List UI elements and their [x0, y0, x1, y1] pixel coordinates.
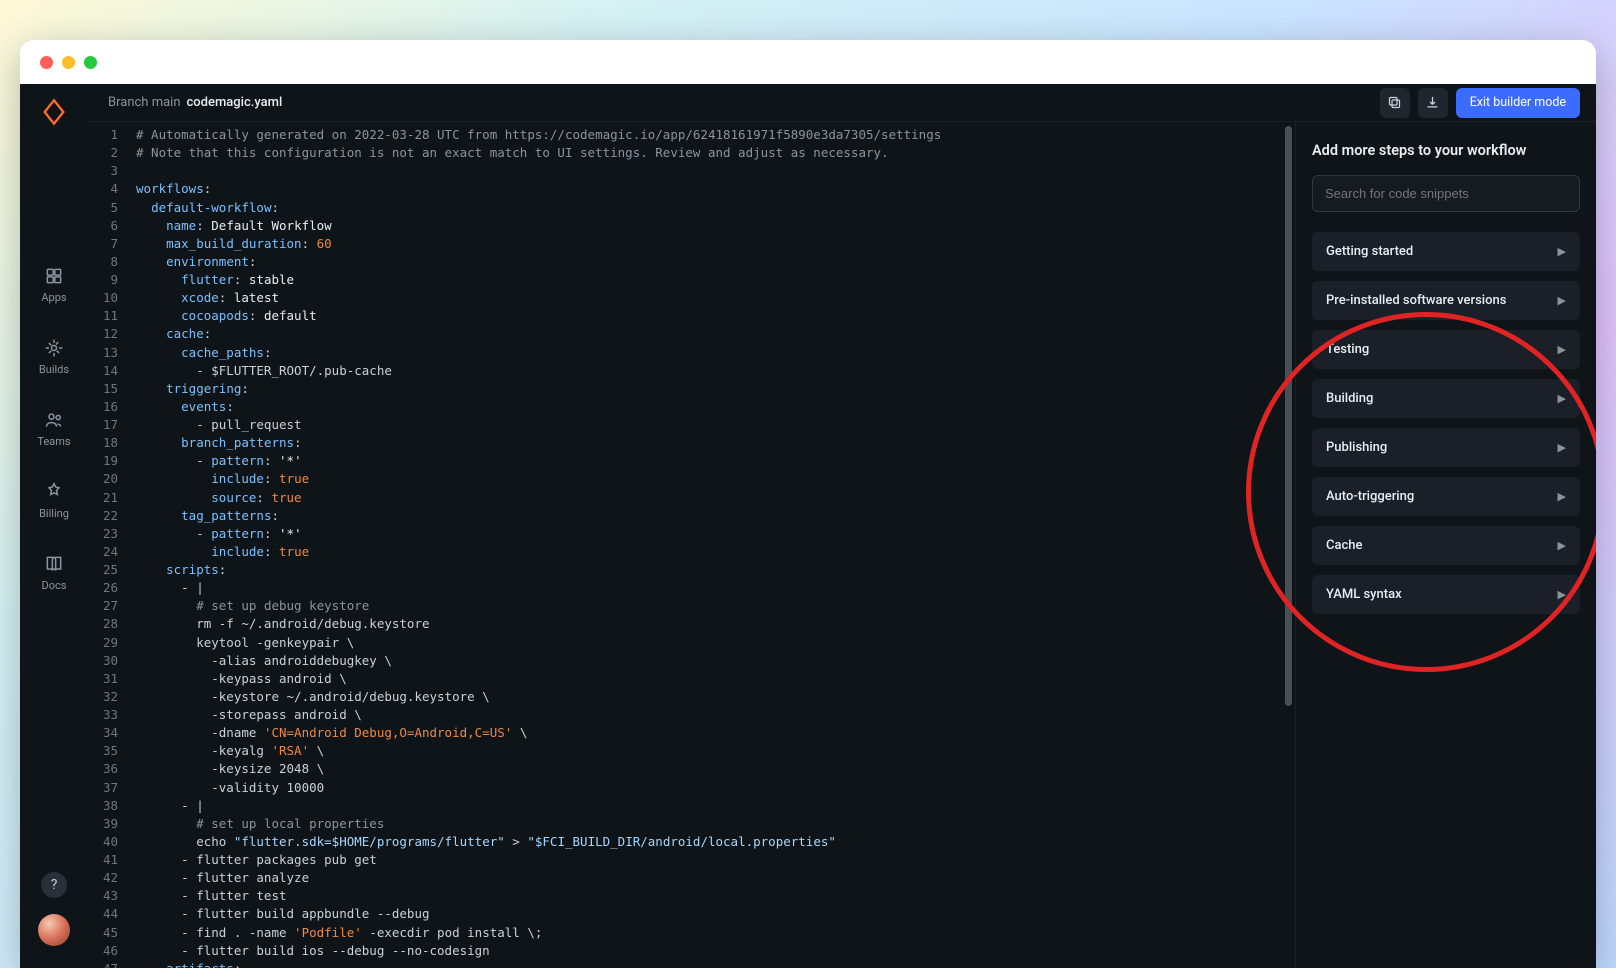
filename: codemagic.yaml: [187, 95, 283, 110]
snippet-category[interactable]: Cache ▶: [1312, 526, 1580, 565]
apps-icon: [44, 266, 64, 286]
snippet-category[interactable]: Publishing ▶: [1312, 428, 1580, 467]
category-label: Auto-triggering: [1326, 489, 1414, 504]
chevron-right-icon: ▶: [1558, 490, 1566, 503]
billing-icon: [44, 482, 64, 502]
docs-icon: [44, 554, 64, 574]
builds-icon: [44, 338, 64, 358]
download-button[interactable]: [1418, 88, 1448, 118]
maximize-icon[interactable]: [84, 56, 97, 69]
app-window: Apps Builds Teams Billing Docs ? Branch main…: [20, 40, 1596, 968]
titlebar: [20, 40, 1596, 84]
chevron-right-icon: ▶: [1558, 588, 1566, 601]
category-label: Getting started: [1326, 244, 1413, 259]
snippet-category[interactable]: Building ▶: [1312, 379, 1580, 418]
snippet-category[interactable]: Testing ▶: [1312, 330, 1580, 369]
nav-label: Billing: [39, 507, 69, 520]
search-input[interactable]: [1312, 175, 1580, 212]
code-editor[interactable]: 1 2 3 4 5 6 7 8 9 10 11 12 13 14 15 16 1…: [88, 122, 1296, 968]
snippet-category[interactable]: Auto-triggering ▶: [1312, 477, 1580, 516]
avatar[interactable]: [38, 914, 70, 946]
help-button[interactable]: ?: [41, 872, 67, 898]
codemagic-logo-icon: [40, 98, 68, 126]
sidebar-item-billing[interactable]: Billing: [37, 482, 70, 520]
snippet-category[interactable]: Getting started ▶: [1312, 232, 1580, 271]
category-label: YAML syntax: [1326, 587, 1402, 602]
category-label: Testing: [1326, 342, 1369, 357]
nav-label: Builds: [39, 363, 69, 376]
exit-builder-button[interactable]: Exit builder mode: [1456, 88, 1580, 118]
nav-label: Teams: [37, 435, 70, 448]
topbar: Branch main codemagic.yaml Exit builder …: [88, 84, 1596, 122]
category-label: Publishing: [1326, 440, 1387, 455]
sidebar-item-teams[interactable]: Teams: [37, 410, 70, 448]
sidebar-item-builds[interactable]: Builds: [37, 338, 70, 376]
sidebar-item-apps[interactable]: Apps: [37, 266, 70, 304]
minimize-icon[interactable]: [62, 56, 75, 69]
teams-icon: [44, 410, 64, 430]
snippet-category[interactable]: Pre-installed software versions ▶: [1312, 281, 1580, 320]
main-area: Branch main codemagic.yaml Exit builder …: [88, 84, 1596, 968]
chevron-right-icon: ▶: [1558, 392, 1566, 405]
chevron-right-icon: ▶: [1558, 539, 1566, 552]
breadcrumb: Branch main: [108, 95, 181, 110]
category-label: Pre-installed software versions: [1326, 293, 1506, 308]
scrollbar-thumb[interactable]: [1285, 126, 1292, 706]
category-label: Building: [1326, 391, 1373, 406]
copy-icon: [1387, 95, 1402, 110]
close-icon[interactable]: [40, 56, 53, 69]
chevron-right-icon: ▶: [1558, 441, 1566, 454]
nav-label: Docs: [42, 579, 67, 592]
download-icon: [1425, 95, 1440, 110]
chevron-right-icon: ▶: [1558, 343, 1566, 356]
category-label: Cache: [1326, 538, 1362, 553]
sidebar-item-docs[interactable]: Docs: [37, 554, 70, 592]
nav-label: Apps: [41, 291, 66, 304]
panel-title: Add more steps to your workflow: [1312, 142, 1580, 159]
line-gutter: 1 2 3 4 5 6 7 8 9 10 11 12 13 14 15 16 1…: [88, 122, 126, 968]
chevron-right-icon: ▶: [1558, 294, 1566, 307]
sidebar: Apps Builds Teams Billing Docs ?: [20, 84, 88, 968]
content: 1 2 3 4 5 6 7 8 9 10 11 12 13 14 15 16 1…: [88, 122, 1596, 968]
snippet-category[interactable]: YAML syntax ▶: [1312, 575, 1580, 614]
code-content[interactable]: # Automatically generated on 2022-03-28 …: [126, 122, 1295, 968]
chevron-right-icon: ▶: [1558, 245, 1566, 258]
copy-button[interactable]: [1380, 88, 1410, 118]
snippets-panel: Add more steps to your workflow Getting …: [1296, 122, 1596, 968]
app-body: Apps Builds Teams Billing Docs ? Branch main…: [20, 84, 1596, 968]
